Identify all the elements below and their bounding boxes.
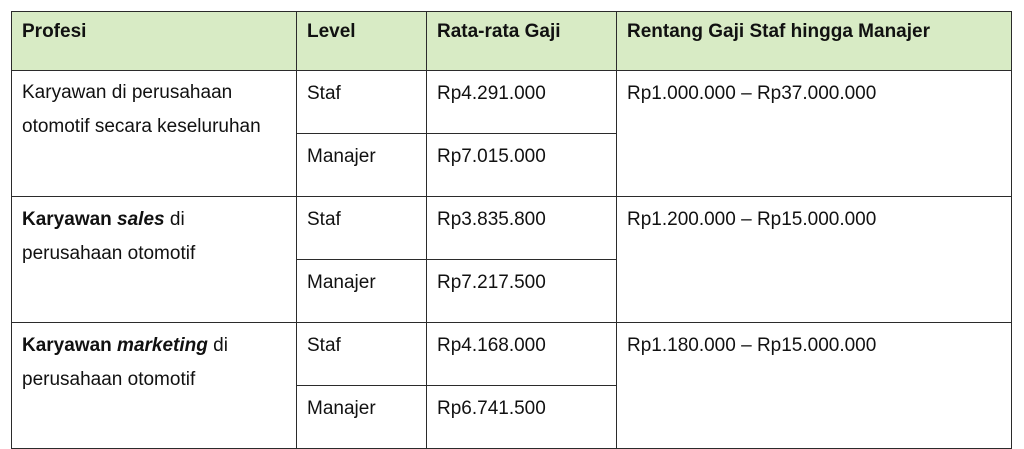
profesi-emphasis: sales bbox=[117, 209, 165, 230]
level-cell: Manajer bbox=[296, 259, 427, 323]
level-cell: Staf bbox=[296, 70, 427, 134]
profesi-emphasis: marketing bbox=[117, 335, 208, 356]
profesi-suffix: di bbox=[207, 335, 228, 356]
profesi-suffix: di bbox=[164, 209, 185, 230]
level-cell: Manajer bbox=[296, 385, 427, 449]
header-profesi: Profesi bbox=[11, 11, 297, 71]
profesi-cell: Karyawan sales di perusahaan otomotif bbox=[11, 196, 297, 323]
profesi-rest: perusahaan otomotif bbox=[22, 369, 196, 390]
avg-salary-cell: Rp4.168.000 bbox=[426, 322, 617, 386]
profesi-bold: Karyawan bbox=[22, 209, 118, 230]
salary-range-cell: Rp1.180.000 – Rp15.000.000 bbox=[616, 322, 1012, 449]
profesi-cell: Karyawan marketing di perusahaan otomoti… bbox=[11, 322, 297, 449]
level-cell: Staf bbox=[296, 322, 427, 386]
salary-table: Profesi Level Rata-rata Gaji Rentang Gaj… bbox=[11, 11, 1012, 449]
avg-salary-cell: Rp7.015.000 bbox=[426, 133, 617, 197]
header-rata-rata-gaji: Rata-rata Gaji bbox=[426, 11, 617, 71]
table-row: Karyawan sales di perusahaan otomotif St… bbox=[11, 196, 1012, 323]
profesi-cell: Karyawan di perusahaan otomotif secara k… bbox=[11, 70, 297, 197]
avg-salary-cell: Rp4.291.000 bbox=[426, 70, 617, 134]
level-cell: Manajer bbox=[296, 133, 427, 197]
avg-salary-cell: Rp6.741.500 bbox=[426, 385, 617, 449]
salary-range-cell: Rp1.000.000 – Rp37.000.000 bbox=[616, 70, 1012, 197]
header-rentang-gaji: Rentang Gaji Staf hingga Manajer bbox=[616, 11, 1012, 71]
level-cell: Staf bbox=[296, 196, 427, 260]
profesi-text: Karyawan di perusahaan otomotif secara k… bbox=[22, 82, 261, 137]
salary-range-cell: Rp1.200.000 – Rp15.000.000 bbox=[616, 196, 1012, 323]
profesi-rest: perusahaan otomotif bbox=[22, 243, 196, 264]
avg-salary-cell: Rp3.835.800 bbox=[426, 196, 617, 260]
table-row: Karyawan marketing di perusahaan otomoti… bbox=[11, 322, 1012, 449]
header-level: Level bbox=[296, 11, 427, 71]
profesi-bold: Karyawan bbox=[22, 335, 118, 356]
header-row: Profesi Level Rata-rata Gaji Rentang Gaj… bbox=[11, 11, 1012, 71]
avg-salary-cell: Rp7.217.500 bbox=[426, 259, 617, 323]
table-row: Karyawan di perusahaan otomotif secara k… bbox=[11, 70, 1012, 197]
